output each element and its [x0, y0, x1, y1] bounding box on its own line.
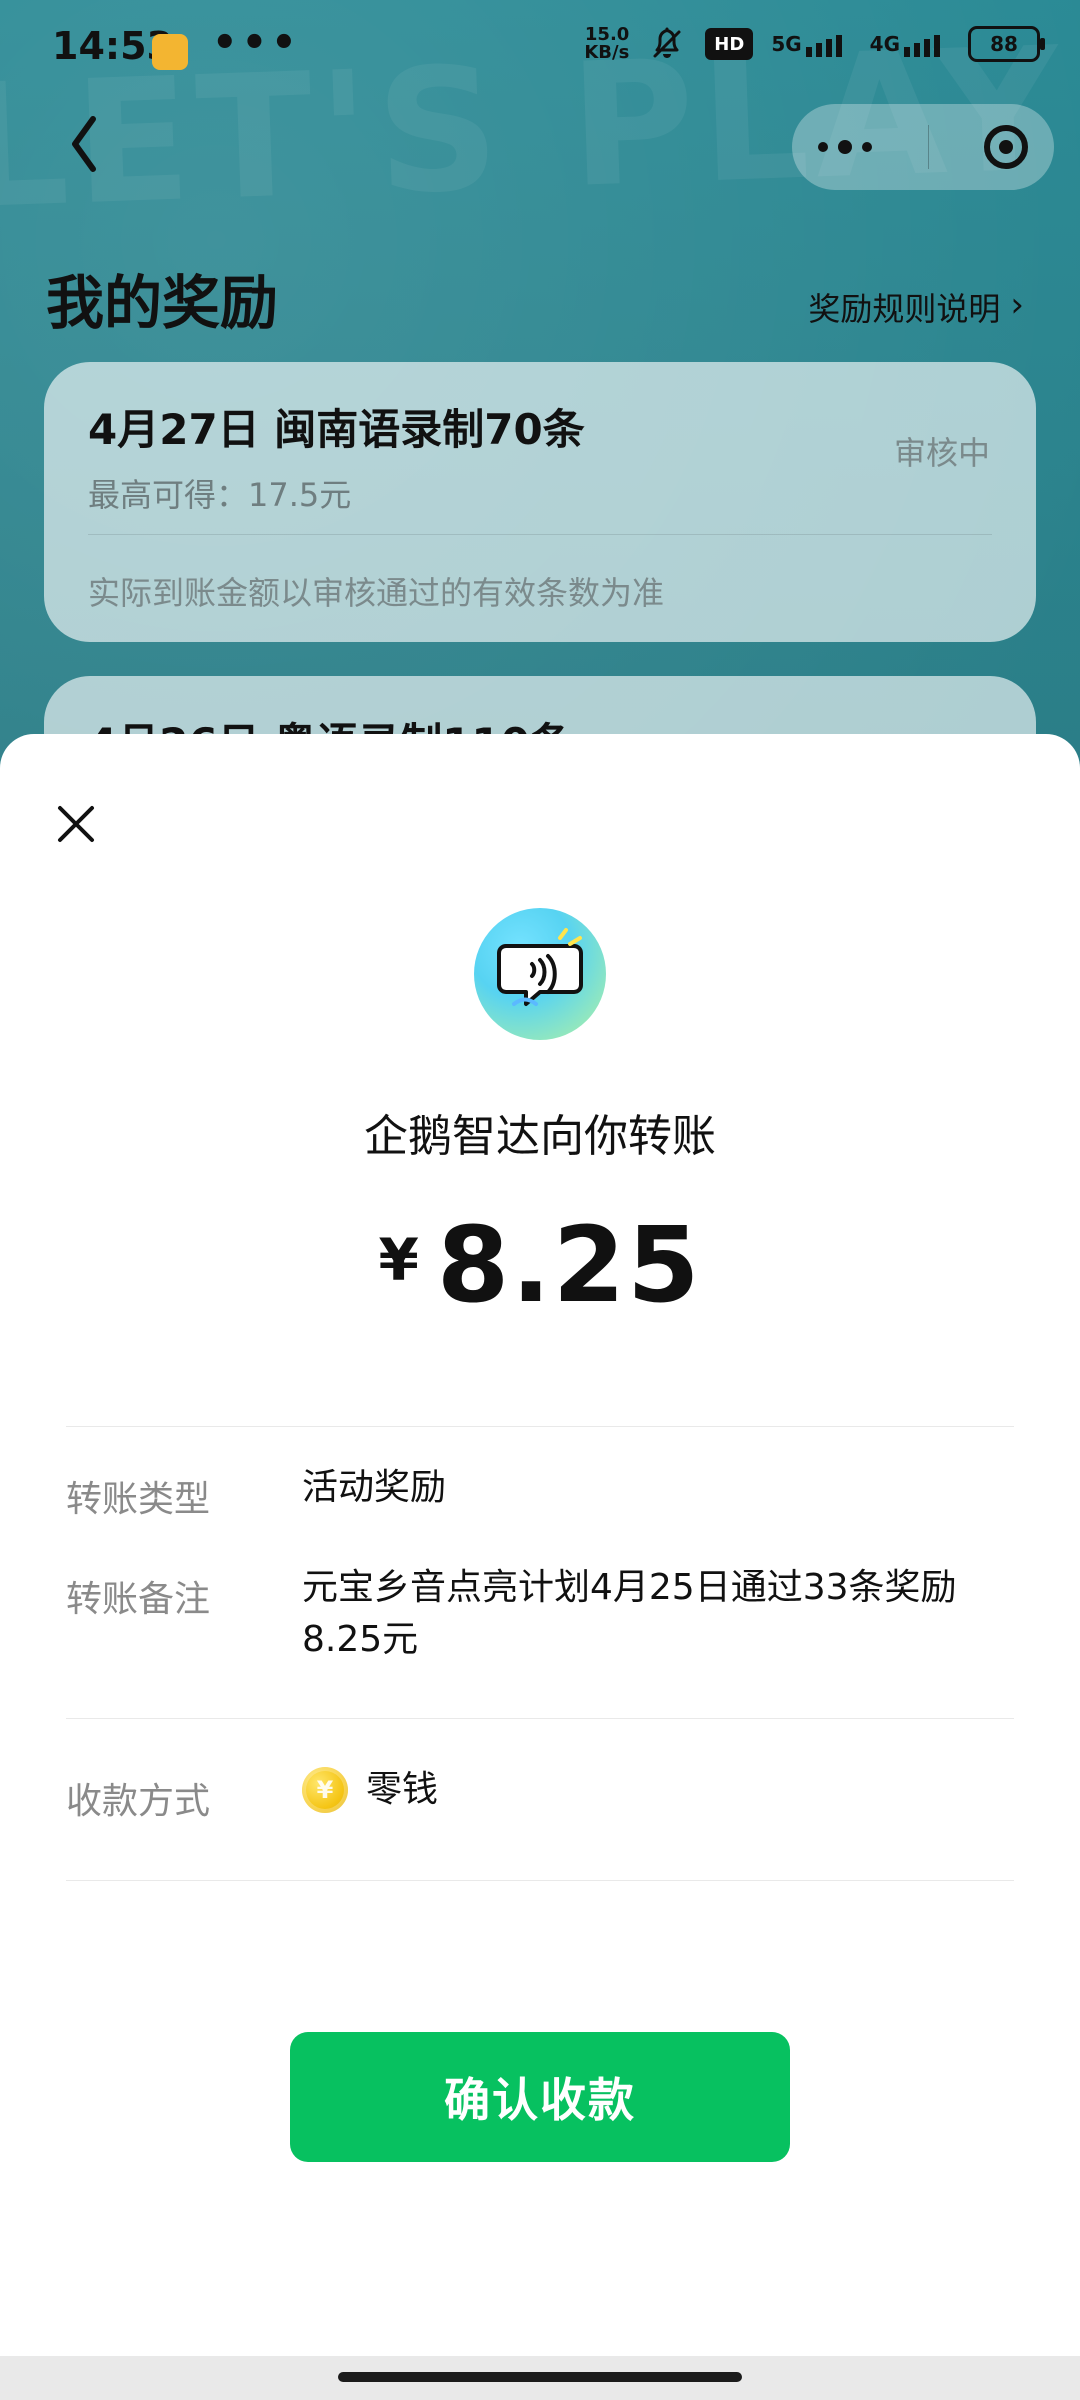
currency-symbol: ¥ [378, 1226, 419, 1294]
chat-bubble-icon [497, 928, 583, 1006]
status-right-icons: 15.0 KB/s HD 5G 4G 88 [584, 24, 1045, 64]
reward-card-divider [88, 534, 992, 535]
reward-card-note: 实际到账金额以审核通过的有效条数为准 [88, 574, 665, 612]
amount-value: 8.25 [436, 1204, 702, 1326]
transfer-type-value: 活动奖励 [302, 1467, 447, 1508]
network-4g-label: 4G [869, 32, 900, 56]
coin-icon: ¥ [302, 1767, 348, 1813]
divider [66, 1880, 1014, 1881]
chevron-right-icon: › [1010, 285, 1024, 325]
divider [66, 1718, 1014, 1719]
reward-card-title: 4月27日 闽南语录制70条 [88, 405, 585, 454]
reward-card-status: 审核中 [893, 434, 990, 472]
rules-link[interactable]: 奖励规则说明 › [808, 284, 1024, 330]
hd-icon: HD [705, 28, 754, 60]
divider [66, 1426, 1014, 1427]
miniapp-capsule [792, 104, 1054, 190]
payment-method-label: 收款方式 [66, 1781, 211, 1822]
confirm-receive-button[interactable]: 确认收款 [290, 2032, 790, 2162]
more-dot-right [862, 142, 872, 152]
home-indicator[interactable] [338, 2372, 742, 2382]
mute-bell-icon [647, 24, 687, 64]
close-button[interactable] [46, 794, 106, 854]
status-bar: 14:53 ••• 15.0 KB/s HD 5G 4G 88 [0, 0, 1080, 104]
transfer-bottom-sheet: 企鹅智达向你转账 ¥ 8.25 转账类型 活动奖励 转账备注 元宝乡音点亮计划4… [0, 734, 1080, 2400]
network-5g-label: 5G [771, 32, 802, 56]
signal-4g-icon: 4G [870, 24, 950, 64]
home-indicator-area [0, 2356, 1080, 2400]
status-more-icon: ••• [212, 20, 301, 66]
more-dot-middle [838, 140, 852, 154]
payment-method-value: ¥ 零钱 [302, 1764, 1010, 1816]
target-button[interactable] [984, 125, 1028, 169]
payment-method-text: 零钱 [366, 1769, 439, 1810]
battery-level: 88 [990, 32, 1018, 56]
more-dot-left [818, 142, 828, 152]
transfer-type-label: 转账类型 [66, 1479, 211, 1520]
more-button[interactable] [818, 140, 872, 154]
close-icon [58, 806, 94, 842]
rules-link-label: 奖励规则说明 [808, 290, 1001, 328]
capsule-divider [927, 125, 929, 169]
back-button[interactable] [52, 108, 116, 180]
transfer-amount: ¥ 8.25 [0, 1204, 1080, 1326]
status-app-icon [152, 34, 188, 70]
chevron-left-icon [72, 116, 96, 172]
network-speed: 15.0 KB/s [584, 26, 629, 62]
network-speed-unit: KB/s [584, 42, 630, 63]
page-title: 我的奖励 [46, 269, 279, 337]
reward-card-subtitle: 最高可得：17.5元 [88, 476, 352, 514]
reward-card[interactable]: 4月27日 闽南语录制70条 最高可得：17.5元 审核中 实际到账金额以审核通… [44, 362, 1036, 642]
hd-label: HD [714, 33, 745, 55]
battery-icon: 88 [968, 26, 1045, 62]
transfer-note-value: 元宝乡音点亮计划4月25日通过33条奖励8.25元 [302, 1567, 957, 1660]
sender-avatar [474, 908, 606, 1040]
signal-5g-icon: 5G [771, 24, 851, 64]
sender-transfer-text: 企鹅智达向你转账 [364, 1111, 716, 1162]
transfer-note-label: 转账备注 [66, 1579, 211, 1620]
